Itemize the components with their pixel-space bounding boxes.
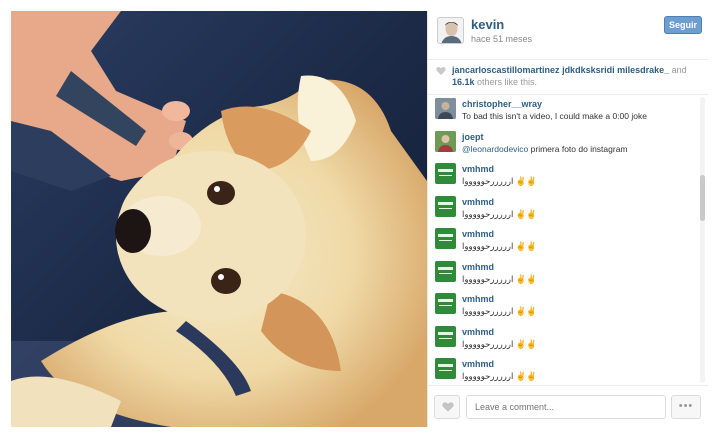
comment-composer: ••• — [428, 385, 708, 427]
comments-list: christopher__wray To bad this isn't a vi… — [428, 95, 708, 385]
comment-item: vmhmd ارررررحوووووا ✌✌ — [428, 258, 708, 291]
comment-text: ارررررحوووووا ✌✌ — [462, 306, 537, 316]
post-header: kevin hace 51 meses Seguir — [428, 11, 708, 59]
saudi-flag-avatar[interactable] — [435, 293, 456, 314]
comment-item: christopher__wray To bad this isn't a vi… — [428, 95, 708, 128]
person-avatar-icon — [435, 130, 456, 152]
commenter-username[interactable]: christopher__wray — [462, 95, 708, 110]
comment-text: ارررررحوووووا ✌✌ — [462, 241, 537, 251]
likes-others-text: others like this. — [474, 77, 538, 87]
person-avatar-icon — [435, 98, 456, 119]
comment-item: joept @leonardodevico primera foto do in… — [428, 128, 708, 161]
comments-scrollbar[interactable] — [700, 97, 705, 383]
post-photo[interactable] — [11, 11, 427, 427]
commenter-username[interactable]: joept — [462, 128, 708, 143]
liker-link[interactable]: jdkdksksridi — [562, 65, 615, 75]
saudi-flag-avatar[interactable] — [435, 228, 456, 249]
commenter-username[interactable]: vmhmd — [462, 160, 708, 175]
saudi-flag-avatar[interactable] — [435, 195, 456, 217]
comment-text: ارررررحوووووا ✌✌ — [462, 371, 537, 381]
dog-photo-image — [11, 11, 427, 427]
like-button[interactable] — [434, 395, 460, 419]
heart-icon — [436, 67, 446, 75]
commenter-avatar[interactable] — [435, 98, 456, 119]
commenter-username[interactable]: vmhmd — [462, 225, 708, 240]
comment-text: ارررررحوووووا ✌✌ — [462, 338, 537, 349]
saudi-flag-avatar[interactable] — [435, 163, 456, 184]
commenter-username[interactable]: vmhmd — [462, 355, 708, 370]
comment-item: vmhmd ارررررحوووووا ✌✌ — [428, 290, 708, 323]
comment-text: ارررررحوووووا ✌✌ — [462, 208, 537, 219]
comment-item: vmhmd ارررررحوووووا ✌✌ — [428, 193, 708, 226]
likes-and-text: and — [671, 65, 687, 75]
mention-link[interactable]: @leonardodevico — [462, 144, 528, 154]
ellipsis-icon[interactable]: ••• — [671, 395, 701, 419]
post-time-ago[interactable]: hace 51 meses — [471, 34, 532, 44]
user-avatar[interactable] — [437, 17, 464, 44]
likes-count[interactable]: 16.1k — [452, 77, 475, 87]
saudi-flag-avatar[interactable] — [435, 325, 456, 347]
commenter-username[interactable]: vmhmd — [462, 323, 708, 338]
comment-text: To bad this isn't a video, I could make … — [462, 111, 647, 121]
liker-link[interactable]: milesdrake_ — [617, 65, 669, 75]
saudi-flag-avatar[interactable] — [435, 260, 456, 282]
follow-button[interactable]: Seguir — [664, 16, 702, 34]
likes-summary: jancarloscastillomartinez jdkdksksridi m… — [428, 59, 708, 95]
post-dialog: kevin hace 51 meses Seguir jancarloscast… — [0, 0, 720, 439]
comment-text: ارررررحوووووا ✌✌ — [462, 273, 537, 284]
person-avatar-icon — [438, 18, 463, 43]
comment-body: primera foto do instagram — [528, 143, 628, 154]
commenter-username[interactable]: vmhmd — [462, 193, 708, 208]
commenter-username[interactable]: vmhmd — [462, 258, 708, 273]
comment-item: vmhmd ارررررحوووووا ✌✌ — [428, 160, 708, 193]
commenter-avatar[interactable] — [435, 130, 456, 152]
comment-text: ارررررحوووووا ✌✌ — [462, 176, 537, 186]
scrollbar-thumb[interactable] — [700, 175, 705, 221]
comment-item: vmhmd ارررررحوووووا ✌✌ — [428, 355, 708, 385]
post-side-panel: kevin hace 51 meses Seguir jancarloscast… — [427, 11, 708, 427]
saudi-flag-avatar[interactable] — [435, 358, 456, 379]
comment-item: vmhmd ارررررحوووووا ✌✌ — [428, 225, 708, 258]
commenter-username[interactable]: vmhmd — [462, 290, 708, 305]
post-username[interactable]: kevin — [471, 17, 504, 32]
heart-icon — [442, 402, 454, 412]
comment-item: vmhmd ارررررحوووووا ✌✌ — [428, 323, 708, 356]
liker-link[interactable]: jancarloscastillomartinez — [452, 65, 560, 75]
comment-input[interactable] — [466, 395, 666, 419]
comment-text: @leonardodevico primera foto do instagra… — [462, 143, 708, 155]
